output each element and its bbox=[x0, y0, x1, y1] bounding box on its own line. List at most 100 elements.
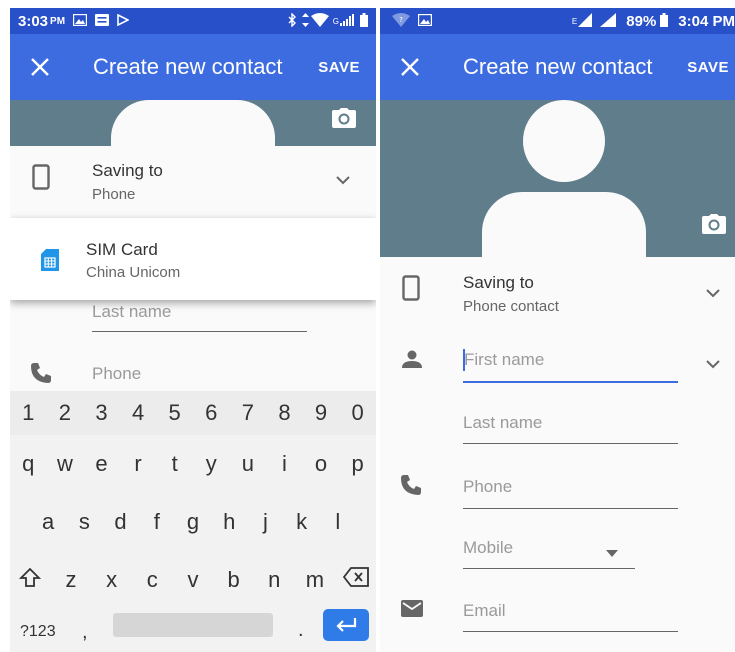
saving-to-row[interactable]: Saving to Phone contact bbox=[380, 257, 735, 329]
key-0[interactable]: 0 bbox=[343, 391, 373, 435]
key-x[interactable]: x bbox=[97, 567, 127, 597]
sim-card-carrier: China Unicom bbox=[86, 264, 181, 281]
signal-icon-2 bbox=[600, 12, 617, 30]
wifi-icon bbox=[310, 12, 329, 30]
backspace-icon bbox=[342, 567, 369, 587]
close-button[interactable] bbox=[10, 52, 70, 82]
camera-button[interactable] bbox=[332, 108, 356, 133]
key-f[interactable]: f bbox=[142, 509, 172, 539]
avatar-head bbox=[523, 100, 605, 182]
sim-card-icon bbox=[41, 249, 59, 276]
status-bar: 3:03 PM G bbox=[10, 8, 376, 34]
battery-percent: 89% bbox=[626, 12, 657, 30]
key-a[interactable]: a bbox=[33, 509, 63, 539]
key-4[interactable]: 4 bbox=[123, 391, 153, 435]
contact-photo[interactable] bbox=[10, 100, 376, 146]
space-key[interactable] bbox=[113, 613, 273, 637]
key-7[interactable]: 7 bbox=[233, 391, 263, 435]
key-p[interactable]: p bbox=[343, 451, 373, 481]
keyboard-row-2: a s d f g h j k l bbox=[10, 509, 376, 539]
close-icon bbox=[401, 58, 419, 76]
key-m[interactable]: m bbox=[300, 567, 330, 597]
backspace-key[interactable] bbox=[341, 567, 371, 597]
key-b[interactable]: b bbox=[219, 567, 249, 597]
key-j[interactable]: j bbox=[250, 509, 280, 539]
key-c[interactable]: c bbox=[137, 567, 167, 597]
camera-icon bbox=[332, 108, 356, 128]
key-i[interactable]: i bbox=[269, 451, 299, 481]
sim-card-option[interactable]: SIM Card China Unicom bbox=[10, 218, 376, 300]
chevron-down-icon[interactable] bbox=[706, 285, 720, 303]
keyboard-row-3: z x c v b n m bbox=[10, 567, 376, 597]
phone-type-row[interactable]: Mobile bbox=[380, 530, 735, 575]
key-q[interactable]: q bbox=[13, 451, 43, 481]
wifi-icon: ? bbox=[392, 12, 410, 30]
key-v[interactable]: v bbox=[178, 567, 208, 597]
save-button[interactable]: SAVE bbox=[318, 59, 376, 76]
app-bar: Create new contact SAVE bbox=[380, 34, 735, 100]
chevron-down-icon[interactable] bbox=[336, 172, 350, 190]
battery-icon bbox=[660, 12, 669, 30]
sim-card-title: SIM Card bbox=[86, 240, 158, 259]
network-type: G bbox=[332, 16, 339, 26]
right-screen: ? E 89% 3:04 PM Create new contact SAVE bbox=[380, 8, 735, 652]
camera-button[interactable] bbox=[702, 214, 726, 239]
phone-type-underline bbox=[463, 568, 635, 569]
chevron-down-icon[interactable] bbox=[706, 356, 720, 374]
key-k[interactable]: k bbox=[287, 509, 317, 539]
key-n[interactable]: n bbox=[259, 567, 289, 597]
image-icon bbox=[72, 13, 88, 29]
key-3[interactable]: 3 bbox=[86, 391, 116, 435]
app-bar: Create new contact SAVE bbox=[10, 34, 376, 100]
key-2[interactable]: 2 bbox=[50, 391, 80, 435]
signal-icon bbox=[340, 13, 354, 29]
key-r[interactable]: r bbox=[123, 451, 153, 481]
key-1[interactable]: 1 bbox=[13, 391, 43, 435]
shift-key[interactable] bbox=[15, 567, 45, 597]
key-y[interactable]: y bbox=[196, 451, 226, 481]
key-l[interactable]: l bbox=[323, 509, 353, 539]
key-8[interactable]: 8 bbox=[269, 391, 299, 435]
key-5[interactable]: 5 bbox=[160, 391, 190, 435]
first-name-underline bbox=[463, 381, 678, 383]
contact-photo[interactable] bbox=[380, 100, 735, 257]
dropdown-triangle-icon bbox=[606, 544, 618, 562]
phone-underline bbox=[463, 508, 678, 509]
email-row: Email bbox=[380, 593, 735, 638]
left-screen: 3:03 PM G Create new contact SAVE Saving… bbox=[10, 8, 376, 652]
battery-icon bbox=[360, 12, 368, 30]
key-o[interactable]: o bbox=[306, 451, 336, 481]
key-g[interactable]: g bbox=[178, 509, 208, 539]
key-d[interactable]: d bbox=[106, 509, 136, 539]
key-h[interactable]: h bbox=[214, 509, 244, 539]
key-9[interactable]: 9 bbox=[306, 391, 336, 435]
phone-row: Phone bbox=[10, 360, 376, 390]
key-6[interactable]: 6 bbox=[196, 391, 226, 435]
symbols-key[interactable]: ?123 bbox=[20, 623, 56, 641]
save-button[interactable]: SAVE bbox=[687, 59, 735, 76]
enter-key[interactable] bbox=[323, 609, 369, 641]
first-name-input[interactable]: First name bbox=[464, 350, 544, 370]
email-input[interactable]: Email bbox=[463, 601, 506, 621]
key-e[interactable]: e bbox=[86, 451, 116, 481]
period-key[interactable]: . bbox=[298, 619, 304, 642]
close-button[interactable] bbox=[380, 52, 440, 82]
key-s[interactable]: s bbox=[69, 509, 99, 539]
first-name-row: First name bbox=[380, 338, 735, 388]
saving-to-value: Phone bbox=[92, 186, 136, 203]
key-z[interactable]: z bbox=[56, 567, 86, 597]
enter-icon bbox=[336, 618, 357, 632]
phone-icon bbox=[400, 474, 422, 501]
phone-input[interactable]: Phone bbox=[463, 477, 512, 497]
last-name-input[interactable]: Last name bbox=[463, 413, 542, 433]
phone-input[interactable]: Phone bbox=[92, 364, 141, 384]
key-u[interactable]: u bbox=[233, 451, 263, 481]
key-w[interactable]: w bbox=[50, 451, 80, 481]
key-t[interactable]: t bbox=[160, 451, 190, 481]
last-name-input[interactable]: Last name bbox=[92, 302, 171, 322]
phone-type-select[interactable]: Mobile bbox=[463, 538, 513, 558]
phone-icon bbox=[30, 362, 52, 389]
comma-key[interactable]: , bbox=[82, 621, 88, 644]
saving-to-row[interactable]: Saving to Phone bbox=[10, 146, 376, 218]
page-title: Create new contact bbox=[463, 54, 653, 79]
